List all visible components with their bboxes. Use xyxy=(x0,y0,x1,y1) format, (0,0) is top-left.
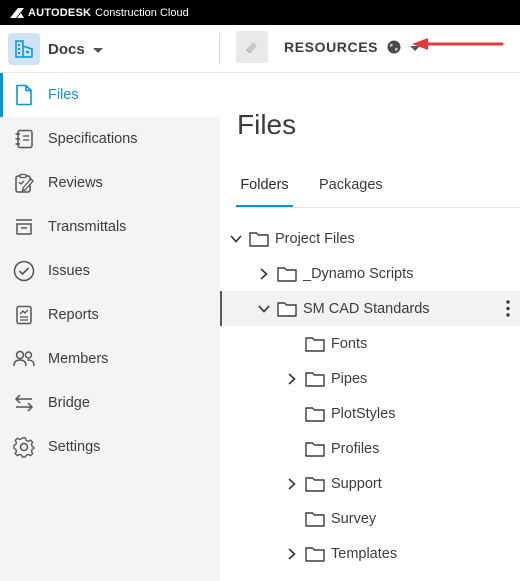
folder-name: Profiles xyxy=(331,440,380,457)
reviews-icon xyxy=(13,172,35,194)
folder-icon xyxy=(305,546,325,562)
tree-row[interactable]: Project Files xyxy=(220,221,520,256)
page-title: Files xyxy=(237,109,297,140)
tree-row[interactable]: PlotStyles xyxy=(220,396,520,431)
sidebar-item-files[interactable]: Files xyxy=(0,73,220,117)
annotation-arrow xyxy=(412,38,504,50)
folder-name: Survey xyxy=(331,510,377,527)
sidebar-item-members[interactable]: Members xyxy=(0,337,220,381)
sidebar-item-specifications[interactable]: Specifications xyxy=(0,117,220,161)
folder-icon xyxy=(305,371,325,387)
folder-icon xyxy=(305,476,325,492)
sidebar-item-label: Transmittals xyxy=(48,219,127,235)
specifications-icon xyxy=(13,128,35,150)
transmittals-icon xyxy=(13,216,35,238)
autodesk-logo-icon xyxy=(10,7,24,18)
tree-row[interactable]: Survey xyxy=(220,501,520,536)
tree-row[interactable]: Support xyxy=(220,466,520,501)
sidebar-item-label: Issues xyxy=(48,263,90,279)
folder-icon xyxy=(305,511,325,527)
chevron-right-icon[interactable] xyxy=(285,372,299,386)
folder-name: Pipes xyxy=(331,370,368,387)
chevron-down-icon[interactable] xyxy=(229,232,243,246)
folder-icon xyxy=(305,406,325,422)
chevron-right-icon[interactable] xyxy=(285,477,299,491)
folder-name: Project Files xyxy=(275,230,355,247)
tree-row[interactable]: Fonts xyxy=(220,326,520,361)
folder-icon xyxy=(249,231,269,247)
folder-name: PlotStyles xyxy=(331,405,396,422)
tab-folders[interactable]: Folders xyxy=(236,177,293,207)
autodesk-top-bar: AUTODESK Construction Cloud xyxy=(0,0,520,25)
tabs: Folders Packages xyxy=(236,177,409,207)
folder-name: Fonts xyxy=(331,335,368,352)
members-icon xyxy=(13,348,35,370)
settings-icon xyxy=(13,436,35,458)
chevron-down-icon[interactable] xyxy=(257,302,271,316)
folder-name: Support xyxy=(331,475,382,492)
sidebar-item-label: Reviews xyxy=(48,175,103,191)
folder-icon xyxy=(277,266,297,282)
issues-icon xyxy=(13,260,35,282)
tab-packages[interactable]: Packages xyxy=(315,177,387,207)
sidebar-item-reviews[interactable]: Reviews xyxy=(0,161,220,205)
more-options-icon[interactable] xyxy=(506,300,510,317)
docs-app-icon xyxy=(8,33,40,65)
chevron-right-icon[interactable] xyxy=(285,547,299,561)
app-header: Docs RESOURCES xyxy=(0,25,520,73)
globe-icon xyxy=(387,40,401,54)
app-switcher[interactable]: Docs xyxy=(8,32,103,66)
sidebar-item-settings[interactable]: Settings xyxy=(0,425,220,469)
sidebar-item-label: Specifications xyxy=(48,131,138,147)
project-switcher[interactable]: RESOURCES xyxy=(236,30,421,64)
sidebar-item-label: Reports xyxy=(48,307,99,323)
sidebar-item-label: Files xyxy=(48,87,79,103)
bridge-icon xyxy=(13,392,35,414)
project-name: RESOURCES xyxy=(284,39,379,55)
tree-row[interactable]: _Dynamo Scripts xyxy=(220,256,520,291)
header-divider xyxy=(219,33,220,65)
sidebar-item-label: Members xyxy=(48,351,109,367)
sidebar-item-label: Settings xyxy=(48,439,101,455)
sidebar-item-transmittals[interactable]: Transmittals xyxy=(0,205,220,249)
folder-icon xyxy=(305,441,325,457)
file-icon xyxy=(13,84,35,106)
brand-name: AUTODESK xyxy=(28,6,92,19)
folder-name: SM CAD Standards xyxy=(303,300,430,317)
chevron-down-icon xyxy=(92,47,103,53)
folder-name: Templates xyxy=(331,545,398,562)
chevron-right-icon[interactable] xyxy=(257,267,271,281)
sidebar-item-label: Bridge xyxy=(48,395,90,411)
app-name: Docs xyxy=(48,40,85,58)
project-thumbnail xyxy=(236,31,268,63)
tree-row[interactable]: Templates xyxy=(220,536,520,571)
sidebar-item-issues[interactable]: Issues xyxy=(0,249,220,293)
sidebar-item-bridge[interactable]: Bridge xyxy=(0,381,220,425)
tree-row-selected[interactable]: SM CAD Standards xyxy=(220,291,520,326)
tree-row[interactable]: Pipes xyxy=(220,361,520,396)
folder-icon xyxy=(305,336,325,352)
tabs-divider xyxy=(236,207,520,208)
folder-name: _Dynamo Scripts xyxy=(303,265,414,282)
folder-tree: Project Files _Dynamo Scripts SM CAD Sta… xyxy=(220,221,520,571)
main-content: Files Folders Packages Project Files _Dy… xyxy=(220,73,520,581)
tree-row[interactable]: Profiles xyxy=(220,431,520,466)
folder-icon xyxy=(277,301,297,317)
reports-icon xyxy=(13,304,35,326)
sidebar-item-reports[interactable]: Reports xyxy=(0,293,220,337)
sidebar: Files Specifications Reviews Transmittal… xyxy=(0,73,220,581)
product-name: Construction Cloud xyxy=(95,6,189,19)
